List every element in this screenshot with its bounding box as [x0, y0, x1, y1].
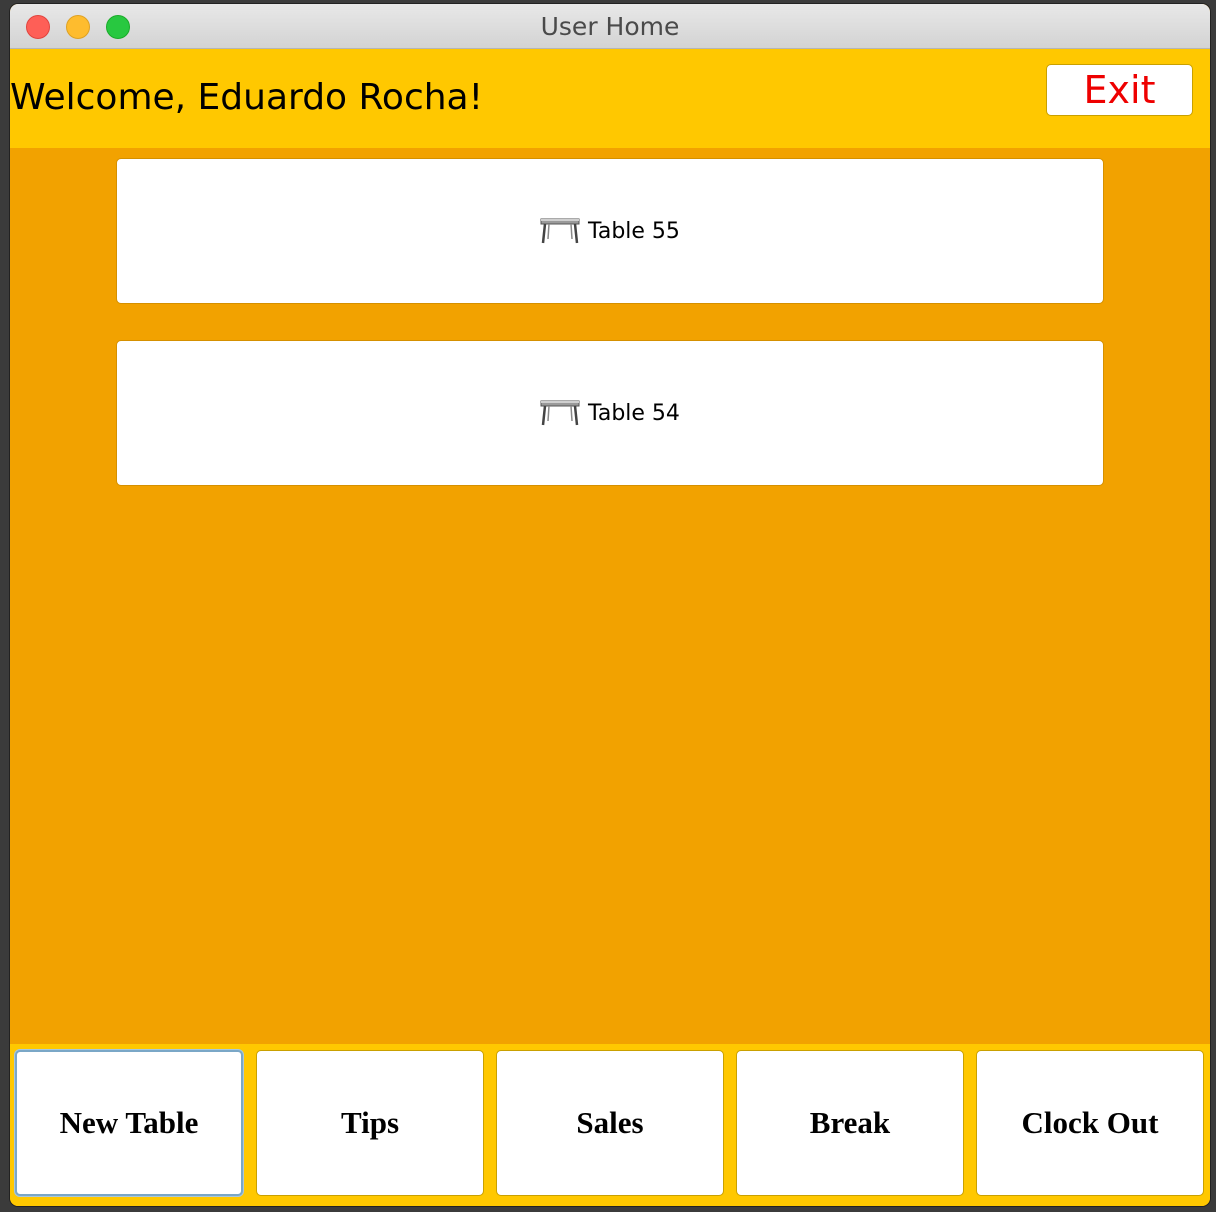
- user-home-window: User Home Welcome, Eduardo Rocha! Exit T: [10, 4, 1210, 1206]
- welcome-message: Welcome, Eduardo Rocha!: [10, 77, 484, 118]
- sales-button[interactable]: Sales: [496, 1050, 724, 1196]
- table-label: Table 55: [588, 218, 680, 244]
- table-icon: [540, 218, 580, 244]
- action-bar: New Table Tips Sales Break Clock Out: [10, 1044, 1210, 1206]
- clock-out-button[interactable]: Clock Out: [976, 1050, 1204, 1196]
- table-label: Table 54: [588, 400, 680, 426]
- window-title: User Home: [540, 12, 680, 41]
- table-card-54[interactable]: Table 54: [116, 340, 1104, 486]
- table-icon: [540, 400, 580, 426]
- header-bar: Welcome, Eduardo Rocha! Exit: [10, 49, 1210, 148]
- exit-button[interactable]: Exit: [1046, 64, 1193, 116]
- tables-list: Table 55 Table 54: [10, 148, 1210, 1044]
- window-titlebar[interactable]: User Home: [10, 4, 1210, 49]
- table-card-55[interactable]: Table 55: [116, 158, 1104, 304]
- desktop-background: User Home Welcome, Eduardo Rocha! Exit T: [0, 0, 1216, 1212]
- tips-button[interactable]: Tips: [256, 1050, 484, 1196]
- break-button[interactable]: Break: [736, 1050, 964, 1196]
- new-table-button[interactable]: New Table: [15, 1050, 243, 1196]
